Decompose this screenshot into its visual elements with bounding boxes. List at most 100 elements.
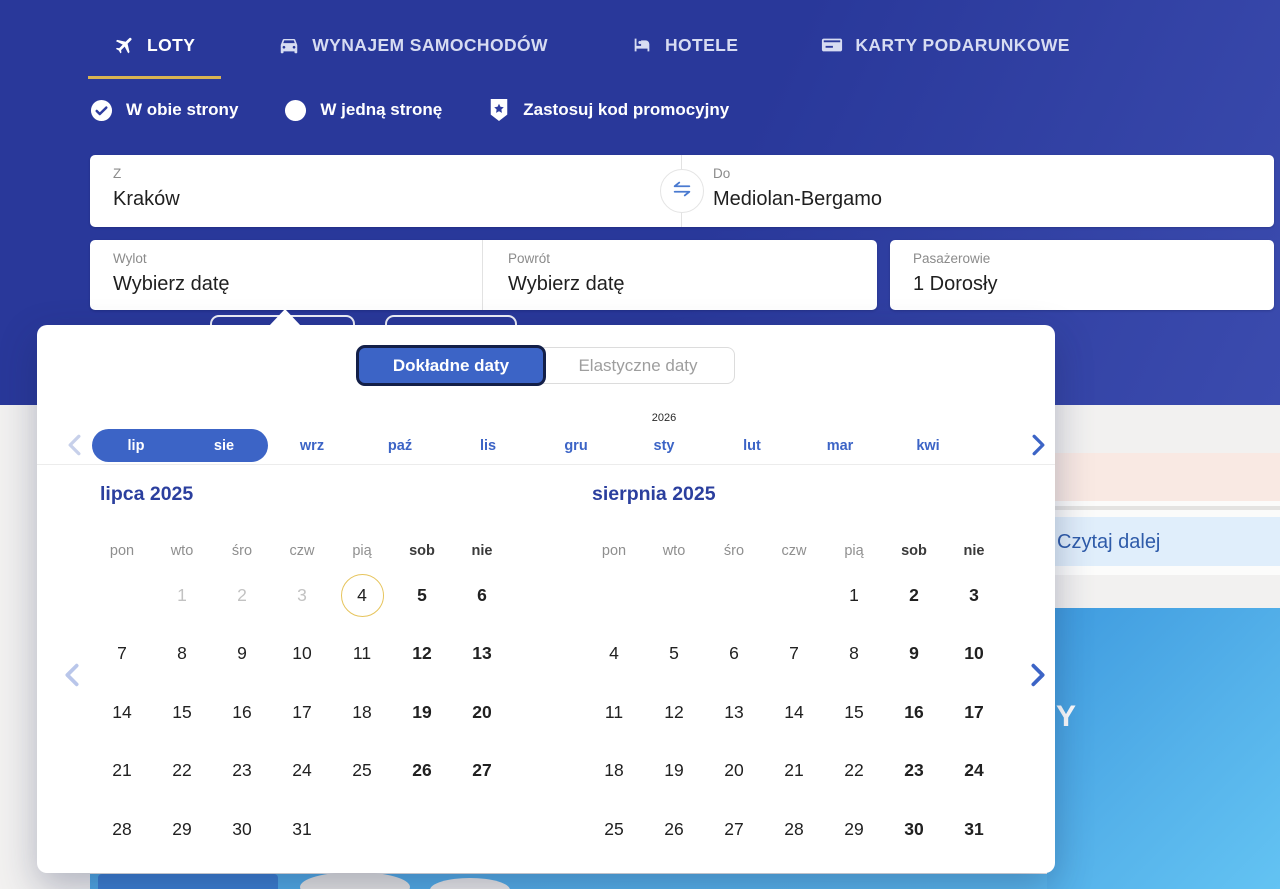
weekday-header: pon xyxy=(584,536,644,566)
month-pill-lut[interactable]: lut xyxy=(708,429,796,462)
calendar-day-29[interactable]: 29 xyxy=(152,800,212,859)
calendar-day-17[interactable]: 17 xyxy=(272,683,332,742)
hero-panel xyxy=(1047,608,1280,889)
calendar-day-13[interactable]: 13 xyxy=(704,683,764,742)
calendar-day-15[interactable]: 15 xyxy=(824,683,884,742)
calendar-day-20[interactable]: 20 xyxy=(452,683,512,742)
calendar-day-20[interactable]: 20 xyxy=(704,742,764,801)
calendar-day-25[interactable]: 25 xyxy=(332,742,392,801)
month-pill-bar: lipsiewrzpaźlisgrusty2026lutmarkwi xyxy=(37,325,1055,465)
calendar-day-3: 3 xyxy=(272,566,332,625)
calendar-day-11[interactable]: 11 xyxy=(332,625,392,684)
month-pill-mar[interactable]: mar xyxy=(796,429,884,462)
month-pill-lip[interactable]: lip xyxy=(92,429,180,462)
calendar-day-15[interactable]: 15 xyxy=(152,683,212,742)
calendar-day-23[interactable]: 23 xyxy=(884,742,944,801)
weekday-header: czw xyxy=(764,536,824,566)
calendar-day-2[interactable]: 2 xyxy=(884,566,944,625)
month-pill-wrz[interactable]: wrz xyxy=(268,429,356,462)
departure-date-field[interactable]: Wylot Wybierz datę xyxy=(90,240,483,310)
calendar-day-5[interactable]: 5 xyxy=(392,566,452,625)
calendar-day-13[interactable]: 13 xyxy=(452,625,512,684)
calendar-day-31[interactable]: 31 xyxy=(944,800,1004,859)
calendar-day-22[interactable]: 22 xyxy=(152,742,212,801)
calendar-day-12[interactable]: 12 xyxy=(392,625,452,684)
calendar-day-24[interactable]: 24 xyxy=(272,742,332,801)
passengers-field[interactable]: Pasażerowie 1 Dorosły xyxy=(890,240,1274,310)
months-next-button[interactable] xyxy=(1021,428,1055,462)
calendar-day-19[interactable]: 19 xyxy=(644,742,704,801)
destination-field[interactable]: Do Mediolan-Bergamo xyxy=(682,155,1274,227)
radio-one-way[interactable]: W jedną stronę xyxy=(284,99,442,122)
calendar-day-9[interactable]: 9 xyxy=(212,625,272,684)
calendar-day-28[interactable]: 28 xyxy=(92,800,152,859)
calendar-day-10[interactable]: 10 xyxy=(944,625,1004,684)
calendar-day-14[interactable]: 14 xyxy=(764,683,824,742)
calendar-day-27[interactable]: 27 xyxy=(452,742,512,801)
calendar-day-7[interactable]: 7 xyxy=(92,625,152,684)
month-pill-gru[interactable]: gru xyxy=(532,429,620,462)
calendar-day-30[interactable]: 30 xyxy=(884,800,944,859)
tab-car-rental[interactable]: WYNAJEM SAMOCHODÓW xyxy=(251,18,574,79)
calendar-day-30[interactable]: 30 xyxy=(212,800,272,859)
calendar-day-25[interactable]: 25 xyxy=(584,800,644,859)
calendar-day-29[interactable]: 29 xyxy=(824,800,884,859)
month-pills: lipsiewrzpaźlisgrusty2026lutmarkwi xyxy=(92,429,972,462)
return-date-field[interactable]: Powrót Wybierz datę xyxy=(483,240,877,310)
tab-label: LOTY xyxy=(147,35,195,56)
calendar-day-16[interactable]: 16 xyxy=(884,683,944,742)
month-pill-paź[interactable]: paź xyxy=(356,429,444,462)
calendar-day-24[interactable]: 24 xyxy=(944,742,1004,801)
tab-flights[interactable]: LOTY xyxy=(88,18,221,79)
weekday-header: sob xyxy=(392,536,452,566)
month-pill-sie[interactable]: sie xyxy=(180,429,268,462)
calendar-day-1[interactable]: 1 xyxy=(824,566,884,625)
calendar-day-19[interactable]: 19 xyxy=(392,683,452,742)
calendar-day-27[interactable]: 27 xyxy=(704,800,764,859)
month-pill-sty[interactable]: sty2026 xyxy=(620,429,708,462)
calendar-day-23[interactable]: 23 xyxy=(212,742,272,801)
calendar-day-10[interactable]: 10 xyxy=(272,625,332,684)
calendar-day-26[interactable]: 26 xyxy=(644,800,704,859)
calendar-day-17[interactable]: 17 xyxy=(944,683,1004,742)
weekday-header: nie xyxy=(452,536,512,566)
calendar-day-5[interactable]: 5 xyxy=(644,625,704,684)
calendar-day-3[interactable]: 3 xyxy=(944,566,1004,625)
calendar-day-18[interactable]: 18 xyxy=(584,742,644,801)
promo-code-option[interactable]: Zastosuj kod promocyjny xyxy=(488,98,729,122)
calendar-day-18[interactable]: 18 xyxy=(332,683,392,742)
radio-round-trip[interactable]: W obie strony xyxy=(90,99,238,122)
read-more-link[interactable]: Czytaj dalej xyxy=(1057,531,1160,554)
calendar-day-22[interactable]: 22 xyxy=(824,742,884,801)
calendar-prev-button[interactable] xyxy=(55,658,89,692)
calendar-day-4[interactable]: 4 xyxy=(584,625,644,684)
calendar-day-7[interactable]: 7 xyxy=(764,625,824,684)
calendar-day-6[interactable]: 6 xyxy=(704,625,764,684)
calendar-day-31[interactable]: 31 xyxy=(272,800,332,859)
calendar-day-14[interactable]: 14 xyxy=(92,683,152,742)
calendar-day-12[interactable]: 12 xyxy=(644,683,704,742)
months-prev-button[interactable] xyxy=(57,428,91,462)
origin-field[interactable]: Z Kraków xyxy=(90,155,682,227)
calendar-day-8[interactable]: 8 xyxy=(824,625,884,684)
month-pill-kwi[interactable]: kwi xyxy=(884,429,972,462)
calendar-day-28[interactable]: 28 xyxy=(764,800,824,859)
calendar-day-21[interactable]: 21 xyxy=(92,742,152,801)
calendar-day-26[interactable]: 26 xyxy=(392,742,452,801)
calendar-day-21[interactable]: 21 xyxy=(764,742,824,801)
month-pill-lis[interactable]: lis xyxy=(444,429,532,462)
calendar-day-11[interactable]: 11 xyxy=(584,683,644,742)
return-label: Powrót xyxy=(508,251,877,266)
calendar-day-4[interactable]: 4 xyxy=(332,566,392,625)
swap-airports-button[interactable] xyxy=(660,169,704,213)
calendar-next-button[interactable] xyxy=(1021,658,1055,692)
tab-gift-cards[interactable]: KARTY PODARUNKOWE xyxy=(794,18,1096,79)
exact-dates-button[interactable]: Dokładne daty xyxy=(356,345,546,386)
calendar-day-9[interactable]: 9 xyxy=(884,625,944,684)
calendar-day-6[interactable]: 6 xyxy=(452,566,512,625)
calendar-day-8[interactable]: 8 xyxy=(152,625,212,684)
calendar-day-16[interactable]: 16 xyxy=(212,683,272,742)
tab-hotels[interactable]: HOTELE xyxy=(604,18,764,79)
calendar-month-july: lipca 2025 ponwtośroczwpiąsobnie 1234567… xyxy=(92,483,512,859)
weekday-header: wto xyxy=(152,536,212,566)
